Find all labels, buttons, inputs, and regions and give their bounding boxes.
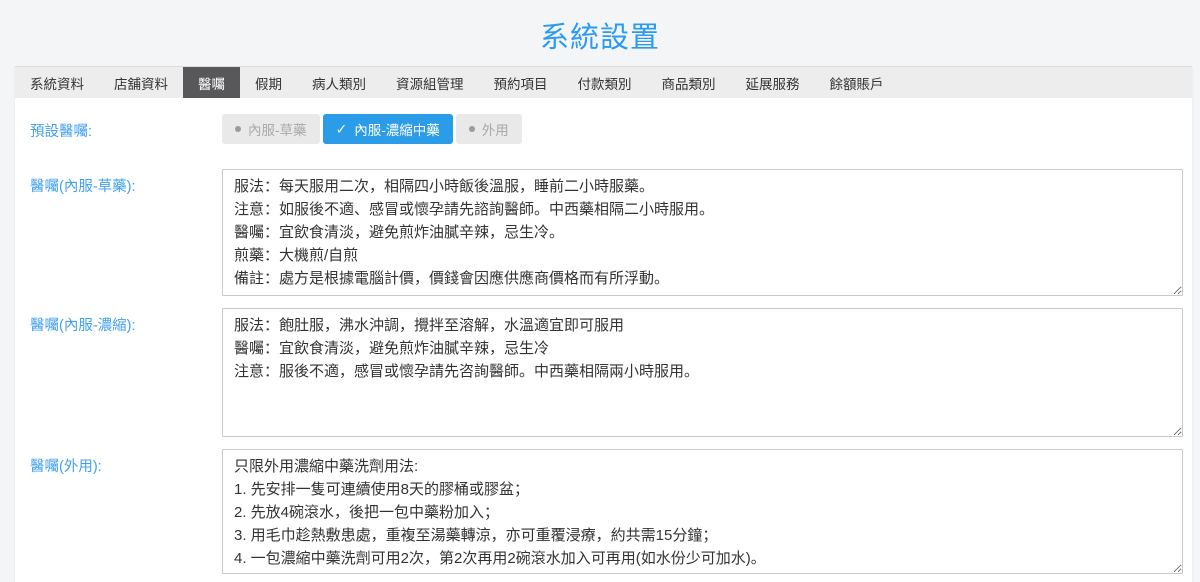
concentrated-advice-row: 醫囑(內服-濃縮):: [30, 308, 1183, 437]
page-title: 系統設置: [539, 22, 660, 54]
tab-patient-category[interactable]: 病人類別: [297, 67, 381, 98]
tab-payment-category[interactable]: 付款類別: [563, 67, 647, 98]
tab-holiday[interactable]: 假期: [240, 67, 297, 98]
option-label: 內服-草藥: [248, 123, 307, 138]
dot-icon: [468, 126, 475, 132]
default-advice-row: 預設醫囑: 內服-草藥 ✓ 內服-濃縮中藥 外用: [30, 114, 1183, 144]
page-header: 系統設置: [0, 0, 1200, 66]
herbal-advice-row: 醫囑(內服-草藥):: [30, 169, 1183, 296]
concentrated-advice-label: 醫囑(內服-濃縮):: [30, 318, 136, 334]
settings-content: 預設醫囑: 內服-草藥 ✓ 內服-濃縮中藥 外用 醫囑(內服-草藥): 服法：每…: [15, 98, 1192, 582]
tab-resource-group[interactable]: 資源組管理: [381, 67, 479, 98]
option-label: 外用: [481, 123, 509, 138]
check-icon: ✓: [335, 121, 348, 137]
tab-appointment-items[interactable]: 預約項目: [479, 67, 563, 98]
external-advice-label: 醫囑(外用):: [30, 459, 102, 475]
concentrated-advice-textarea[interactable]: [222, 308, 1183, 437]
tab-extended-services[interactable]: 延展服務: [731, 67, 815, 98]
option-external-button[interactable]: 外用: [455, 114, 522, 144]
dot-icon: [235, 126, 241, 132]
tab-product-category[interactable]: 商品類別: [647, 67, 731, 98]
default-advice-label: 預設醫囑:: [30, 124, 93, 140]
herbal-advice-label: 醫囑(內服-草藥):: [30, 179, 136, 195]
tab-bar: 系統資料 店舖資料 醫囑 假期 病人類別 資源組管理 預約項目 付款類別 商品類…: [15, 66, 1192, 98]
tab-medical-advice[interactable]: 醫囑: [183, 67, 240, 98]
tab-shop-info[interactable]: 店舖資料: [99, 67, 183, 98]
tab-balance-account[interactable]: 餘額賬戶: [815, 67, 899, 98]
page: 系統設置 系統資料 店舖資料 醫囑 假期 病人類別 資源組管理 預約項目 付款類…: [0, 0, 1200, 582]
option-internal-concentrated-button[interactable]: ✓ 內服-濃縮中藥: [322, 114, 453, 144]
external-advice-textarea[interactable]: [222, 449, 1183, 574]
settings-panel: 系統資料 店舖資料 醫囑 假期 病人類別 資源組管理 預約項目 付款類別 商品類…: [15, 66, 1192, 582]
advice-type-toggle: 內服-草藥 ✓ 內服-濃縮中藥 外用: [222, 114, 522, 144]
option-internal-herbal-button[interactable]: 內服-草藥: [222, 114, 320, 144]
herbal-advice-textarea[interactable]: [222, 169, 1183, 296]
external-advice-row: 醫囑(外用):: [30, 449, 1183, 574]
option-label: 內服-濃縮中藥: [354, 123, 440, 138]
tab-system-info[interactable]: 系統資料: [15, 67, 99, 98]
